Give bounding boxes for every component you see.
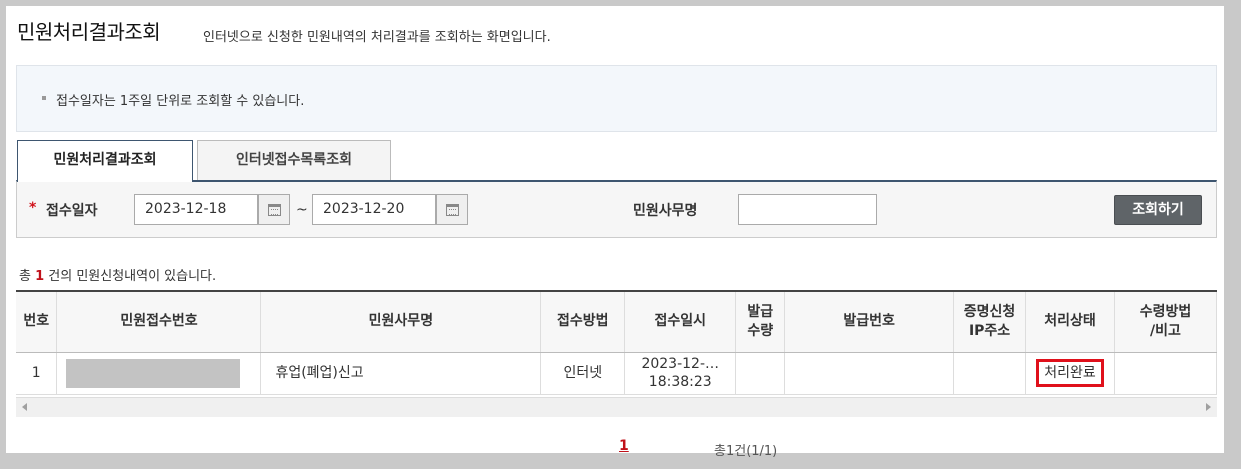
notice-text: 접수일자는 1주일 단위로 조회할 수 있습니다.	[56, 94, 305, 109]
result-count-text: 총 1 건의 민원신청내역이 있습니다.	[19, 269, 217, 284]
start-date-calendar-button[interactable]	[258, 194, 290, 225]
search-form: * 접수일자 2023-12-18 ~ 2023-12-20 민원사무명 조회하…	[16, 180, 1217, 238]
cell-ip	[953, 352, 1027, 395]
col-header-issue-qty: 발급 수량	[735, 292, 786, 353]
calendar-icon	[446, 204, 459, 216]
date-label: 접수일자	[46, 203, 98, 219]
bullet-icon	[42, 96, 46, 100]
tab-result-inquiry[interactable]: 민원처리결과조회	[17, 140, 193, 182]
required-mark: *	[29, 200, 37, 216]
office-name-input[interactable]	[738, 194, 877, 225]
cell-receipt-date: 2023-12-… 18:38:23	[624, 352, 737, 395]
cell-remark	[1114, 352, 1217, 395]
page-total-text: 총1건(1/1)	[714, 444, 778, 459]
page-title: 민원처리결과조회	[17, 20, 161, 44]
col-header-office-name: 민원사무명	[260, 292, 542, 353]
calendar-icon	[268, 204, 281, 216]
results-table: 번호 민원접수번호 민원사무명 접수방법 접수일시 발급 수량 발급번호 증명신…	[16, 292, 1217, 395]
results-grid: 번호 민원접수번호 민원사무명 접수방법 접수일시 발급 수량 발급번호 증명신…	[16, 290, 1217, 420]
col-header-status: 처리상태	[1025, 292, 1115, 353]
result-count: 1	[35, 269, 45, 284]
page-scrollbar[interactable]	[1224, 6, 1241, 453]
page-subtitle: 인터넷으로 신청한 민원내역의 처리결과를 조회하는 화면입니다.	[203, 30, 551, 45]
notice-box: 접수일자는 1주일 단위로 조회할 수 있습니다.	[16, 65, 1217, 132]
cell-status: 처리완료	[1025, 352, 1115, 395]
cell-no: 1	[16, 352, 58, 395]
col-header-issue-no: 발급번호	[784, 292, 955, 353]
cell-receipt-no	[56, 352, 262, 395]
col-header-no: 번호	[16, 292, 58, 353]
cell-issue-no	[784, 352, 955, 395]
end-date-input[interactable]: 2023-12-20	[312, 194, 436, 225]
col-header-method: 접수방법	[540, 292, 626, 353]
col-header-receipt-no: 민원접수번호	[56, 292, 262, 353]
date-separator: ~	[296, 202, 308, 218]
horizontal-scrollbar[interactable]	[16, 397, 1217, 417]
cell-issue-qty	[735, 352, 786, 395]
page-link-current[interactable]: 1	[619, 438, 629, 454]
scroll-left-icon[interactable]	[22, 403, 27, 411]
scroll-right-icon[interactable]	[1206, 403, 1211, 411]
tab-internet-receipt-list[interactable]: 인터넷접수목록조회	[197, 140, 391, 181]
col-header-ip: 증명신청 IP주소	[953, 292, 1027, 353]
col-header-remark: 수령방법 /비고	[1114, 292, 1217, 353]
start-date-input[interactable]: 2023-12-18	[134, 194, 258, 225]
cell-method: 인터넷	[540, 352, 626, 395]
redacted-receipt-no	[66, 358, 241, 388]
col-header-receipt-date: 접수일시	[624, 292, 737, 353]
table-row[interactable]: 1 휴업(폐업)신고 인터넷 2023-12-… 18:38:23 처리완료	[16, 352, 1217, 395]
main-panel: 민원처리결과조회 인터넷으로 신청한 민원내역의 처리결과를 조회하는 화면입니…	[6, 6, 1224, 459]
table-header-row: 번호 민원접수번호 민원사무명 접수방법 접수일시 발급 수량 발급번호 증명신…	[16, 292, 1217, 353]
status-badge: 처리완료	[1036, 359, 1104, 387]
cell-office-name[interactable]: 휴업(폐업)신고	[260, 352, 542, 395]
search-button[interactable]: 조회하기	[1114, 195, 1202, 225]
office-name-label: 민원사무명	[633, 203, 698, 219]
end-date-calendar-button[interactable]	[436, 194, 468, 225]
